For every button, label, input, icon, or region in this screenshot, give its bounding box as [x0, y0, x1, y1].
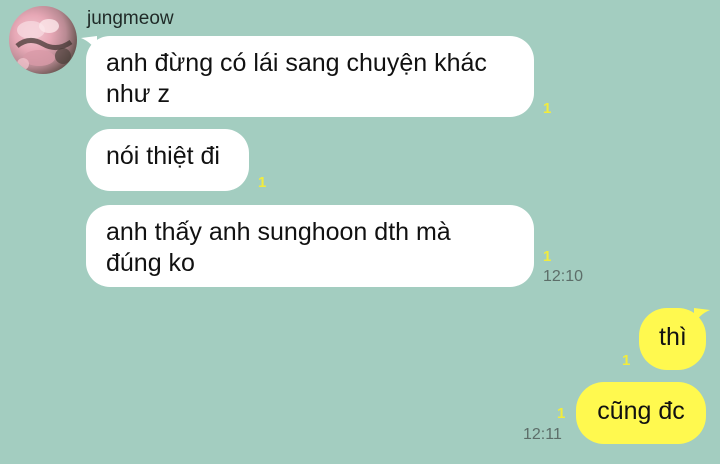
message-text: đúng ko: [106, 249, 195, 277]
message-bubble-incoming[interactable]: nói thiệt đi: [86, 129, 249, 191]
read-count: 1: [543, 248, 552, 265]
message-bubble-incoming[interactable]: anh thấy anh sunghoon dth mà đúng ko: [86, 205, 534, 287]
message-text: anh đừng có lái sang chuyện khác: [106, 49, 487, 77]
message-timestamp: 12:11: [523, 426, 562, 443]
sender-name: jungmeow: [87, 8, 174, 29]
message-text: anh thấy anh sunghoon dth mà: [106, 218, 451, 246]
chat-screen: jungmeow anh đừng có lái sang chuyện khá…: [0, 0, 720, 464]
message-text: như z: [106, 80, 170, 108]
read-count: 1: [258, 174, 267, 191]
message-text: nói thiệt đi: [106, 142, 220, 170]
message-text: thì: [659, 323, 687, 351]
message-timestamp: 12:10: [543, 268, 584, 285]
message-bubble-outgoing[interactable]: cũng đc: [576, 382, 706, 444]
read-count: 1: [622, 352, 631, 369]
message-bubble-outgoing[interactable]: thì: [639, 308, 706, 370]
message-text: cũng đc: [597, 397, 685, 425]
read-count: 1: [557, 405, 566, 422]
avatar-photo-icon: [15, 19, 73, 70]
read-count: 1: [543, 100, 552, 117]
message-bubble-incoming[interactable]: anh đừng có lái sang chuyện khác như z: [86, 36, 534, 117]
avatar[interactable]: [9, 6, 77, 74]
